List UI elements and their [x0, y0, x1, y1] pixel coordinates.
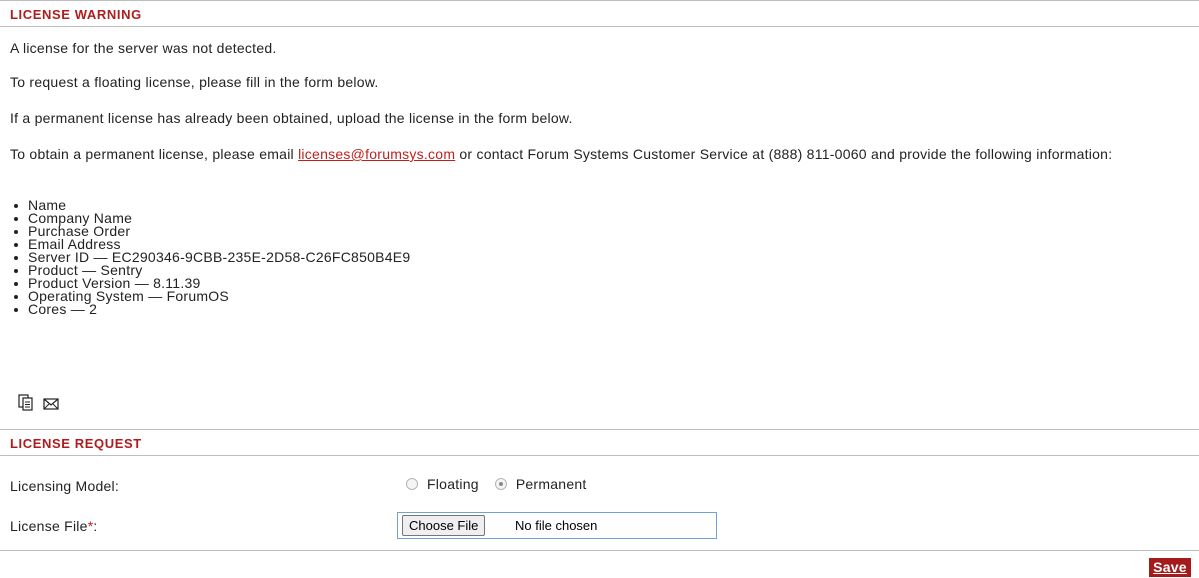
license-file-label-text: License File: [10, 518, 88, 534]
required-info-list: Name Company Name Purchase Order Email A…: [10, 198, 410, 316]
floating-radio[interactable]: [406, 478, 418, 490]
permanent-radio-label[interactable]: Permanent: [516, 476, 587, 492]
permanent-license-upload-instruction: If a permanent license has already been …: [10, 110, 573, 126]
license-file-input[interactable]: Choose File No file chosen: [397, 512, 717, 539]
contact-text-prefix: To obtain a permanent license, please em…: [10, 146, 299, 162]
license-not-detected-text: A license for the server was not detecte…: [10, 40, 277, 56]
floating-radio-label[interactable]: Floating: [427, 476, 479, 492]
copy-icon[interactable]: [18, 394, 34, 415]
licensing-model-radio-group: Floating Permanent: [406, 475, 603, 493]
permanent-license-contact-text: To obtain a permanent license, please em…: [10, 147, 1190, 161]
licensing-model-label: Licensing Model:: [10, 478, 120, 494]
license-request-title: LICENSE REQUEST: [10, 436, 142, 451]
choose-file-button[interactable]: Choose File: [402, 515, 486, 536]
license-file-label-colon: :: [93, 518, 98, 534]
license-email-link[interactable]: licenses@forumsys.com: [298, 146, 455, 162]
license-warning-header: LICENSE WARNING: [0, 0, 1199, 27]
floating-license-instruction: To request a floating license, please fi…: [10, 74, 379, 90]
contact-text-suffix: or contact Forum Systems Customer Servic…: [455, 146, 1113, 162]
license-file-label: License File*:: [10, 518, 98, 534]
form-divider: [0, 550, 1199, 551]
file-status-text: No file chosen: [515, 518, 598, 533]
list-item: Cores — 2: [10, 302, 410, 316]
permanent-radio[interactable]: [494, 478, 507, 490]
license-warning-title: LICENSE WARNING: [10, 7, 142, 22]
email-icon[interactable]: [43, 397, 59, 413]
save-button[interactable]: Save: [1149, 558, 1191, 577]
license-request-header: LICENSE REQUEST: [0, 429, 1199, 456]
